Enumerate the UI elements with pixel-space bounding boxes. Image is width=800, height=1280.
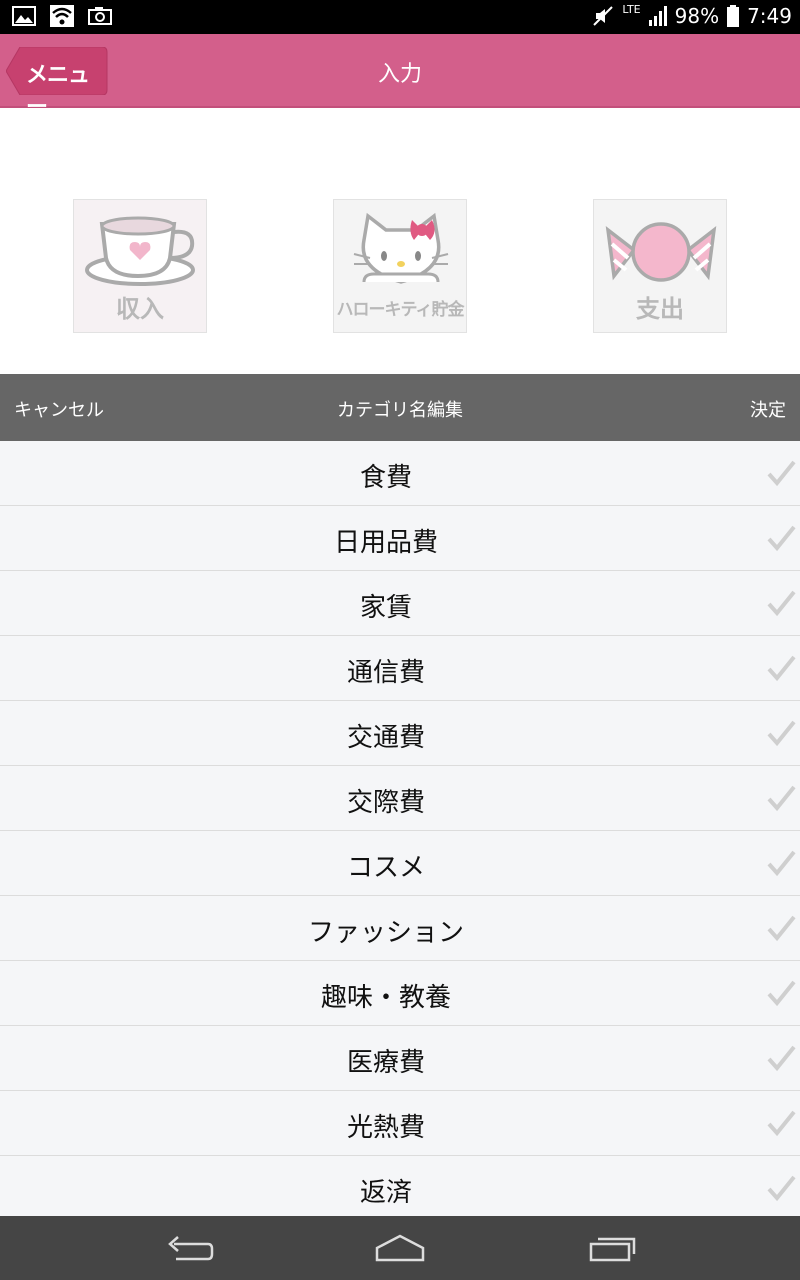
list-item[interactable]: ファッション bbox=[0, 896, 800, 961]
category-name: 食費 bbox=[359, 463, 412, 493]
battery-icon bbox=[727, 5, 740, 27]
category-name: 医療費 bbox=[346, 1048, 425, 1078]
list-item[interactable]: コスメ bbox=[0, 831, 800, 896]
camera-icon bbox=[88, 7, 112, 25]
mute-icon bbox=[593, 6, 614, 26]
edit-bar-title: カテゴリ名編集 bbox=[337, 400, 463, 421]
check-icon[interactable] bbox=[766, 719, 796, 747]
list-item[interactable]: 光熱費 bbox=[0, 1091, 800, 1156]
network-type: LTE bbox=[622, 2, 641, 16]
list-item[interactable]: 通信費 bbox=[0, 636, 800, 701]
income-label: 収入 bbox=[116, 295, 164, 323]
home-nav-icon[interactable] bbox=[375, 1232, 425, 1266]
income-button[interactable]: 収入 bbox=[73, 199, 207, 333]
list-item[interactable]: 医療費 bbox=[0, 1026, 800, 1091]
category-name: ファッション bbox=[307, 918, 464, 948]
check-icon[interactable] bbox=[766, 589, 796, 617]
list-item[interactable]: 交通費 bbox=[0, 701, 800, 766]
image-icon bbox=[12, 6, 36, 26]
category-edit-bar: キャンセル カテゴリ名編集 決定 bbox=[0, 374, 800, 441]
wifi-icon bbox=[50, 5, 74, 27]
list-item[interactable]: 交際費 bbox=[0, 766, 800, 831]
battery-percent: 98% bbox=[674, 4, 720, 28]
category-type-area: 収入 ハローキティ貯金 支出 bbox=[0, 108, 800, 374]
category-name: 交通費 bbox=[346, 723, 425, 753]
check-icon[interactable] bbox=[766, 784, 796, 812]
check-icon[interactable] bbox=[766, 979, 796, 1007]
signal-icon bbox=[648, 6, 667, 26]
check-icon[interactable] bbox=[766, 1174, 796, 1202]
check-icon[interactable] bbox=[766, 1044, 796, 1072]
expense-button[interactable]: 支出 bbox=[593, 199, 727, 333]
category-name: 返済 bbox=[359, 1178, 412, 1208]
system-nav-bar bbox=[0, 1216, 800, 1280]
kitty-savings-label: ハローキティ貯金 bbox=[336, 300, 465, 320]
check-icon[interactable] bbox=[766, 914, 796, 942]
app-bar: メニュー 入力 bbox=[0, 34, 800, 120]
list-item[interactable]: 返済 bbox=[0, 1156, 800, 1216]
category-name: コスメ bbox=[346, 853, 425, 883]
check-icon[interactable] bbox=[766, 654, 796, 682]
category-name: 交際費 bbox=[346, 788, 425, 818]
done-button[interactable]: 決定 bbox=[750, 396, 786, 422]
check-icon[interactable] bbox=[766, 849, 796, 877]
category-name: 日用品費 bbox=[333, 528, 438, 558]
list-item[interactable]: 趣味・教養 bbox=[0, 961, 800, 1026]
list-item[interactable]: 食費 bbox=[0, 441, 800, 506]
list-item[interactable]: 日用品費 bbox=[0, 506, 800, 571]
kitty-savings-button[interactable]: ハローキティ貯金 bbox=[333, 199, 467, 333]
recents-nav-icon[interactable] bbox=[588, 1232, 638, 1266]
page-title: 入力 bbox=[377, 62, 422, 87]
list-item[interactable]: 家賃 bbox=[0, 571, 800, 636]
check-icon[interactable] bbox=[766, 1109, 796, 1137]
category-name: 家賃 bbox=[359, 593, 412, 623]
expense-label: 支出 bbox=[636, 295, 684, 323]
clock: 7:49 bbox=[747, 4, 792, 28]
check-icon[interactable] bbox=[766, 459, 796, 487]
category-name: 通信費 bbox=[346, 658, 425, 688]
category-name: 趣味・教養 bbox=[320, 983, 451, 1013]
category-name: 光熱費 bbox=[346, 1113, 425, 1143]
status-bar: LTE 98% 7:49 bbox=[0, 0, 800, 34]
category-list: 食費 日用品費 家賃 通信費 交通費 交際費 コスメ ファッション 趣味・教養 … bbox=[0, 441, 800, 1216]
back-nav-icon[interactable] bbox=[164, 1232, 214, 1266]
check-icon[interactable] bbox=[766, 524, 796, 552]
